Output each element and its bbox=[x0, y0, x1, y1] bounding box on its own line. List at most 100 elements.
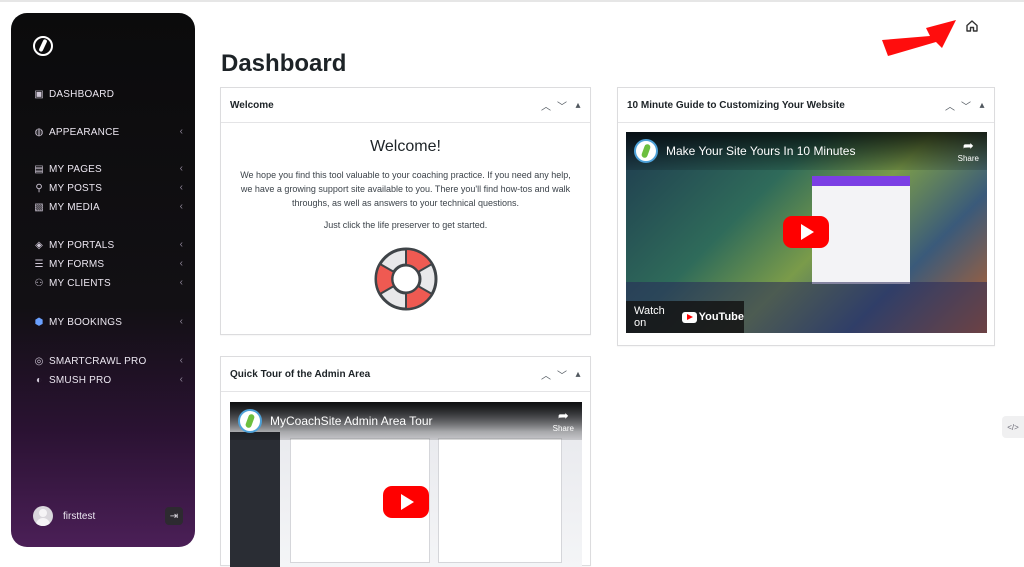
tour-video-player[interactable]: MyCoachSite Admin Area Tour ➦ Share bbox=[230, 402, 582, 567]
code-arrows-icon: </> bbox=[1007, 422, 1019, 432]
chevron-left-icon: ‹ bbox=[179, 163, 183, 174]
pin-icon: ⚲ bbox=[35, 182, 43, 194]
welcome-panel: Welcome ︿ ﹀ ▴ Welcome! We hope you find … bbox=[220, 87, 591, 335]
smush-icon: ◐ bbox=[35, 374, 43, 386]
youtube-label: YouTube bbox=[698, 311, 744, 323]
panel-title: Welcome bbox=[230, 99, 274, 111]
smartcrawl-icon: ◎ bbox=[34, 355, 44, 367]
clients-icon: ⚇ bbox=[34, 277, 44, 289]
red-arrow-annotation-icon bbox=[882, 20, 956, 56]
chevron-left-icon: ‹ bbox=[179, 182, 183, 193]
move-up-icon[interactable]: ︿ bbox=[540, 98, 552, 113]
sidebar-item-label: MY PORTALS bbox=[49, 239, 115, 251]
share-button[interactable]: ➦ Share bbox=[553, 408, 574, 433]
collapse-toggle-icon[interactable]: ▴ bbox=[572, 367, 584, 381]
video-thumbnail-sidebar-mock bbox=[230, 432, 280, 567]
video-thumbnail-panel-mock bbox=[438, 438, 562, 563]
sidebar-item-label: MY PAGES bbox=[49, 163, 102, 175]
forms-icon: ☰ bbox=[34, 258, 44, 270]
panel-header: 10 Minute Guide to Customizing Your Webs… bbox=[618, 88, 994, 123]
top-border bbox=[0, 0, 1024, 2]
move-down-icon[interactable]: ﹀ bbox=[960, 98, 972, 113]
sidebar-item-smartcrawl-pro[interactable]: ◎ SMARTCRAWL PRO ‹ bbox=[33, 353, 183, 369]
panel-header: Welcome ︿ ﹀ ▴ bbox=[221, 88, 590, 123]
sidebar-item-my-media[interactable]: ▧ MY MEDIA ‹ bbox=[33, 199, 183, 215]
welcome-cta-text: Just click the life preserver to get sta… bbox=[323, 220, 488, 230]
panel-header: Quick Tour of the Admin Area ︿ ﹀ ▴ bbox=[221, 357, 590, 392]
chevron-left-icon: ‹ bbox=[179, 239, 183, 250]
welcome-text: We hope you find this tool valuable to y… bbox=[240, 170, 571, 208]
home-icon[interactable] bbox=[964, 18, 980, 34]
move-down-icon[interactable]: ﹀ bbox=[556, 98, 568, 113]
chevron-left-icon: ‹ bbox=[179, 126, 183, 137]
watch-on-label: Watch on bbox=[634, 305, 665, 329]
sidebar-item-label: MY CLIENTS bbox=[49, 277, 111, 289]
video-title[interactable]: Make Your Site Yours In 10 Minutes bbox=[666, 144, 855, 158]
sidebar-item-my-pages[interactable]: ▤ MY PAGES ‹ bbox=[33, 161, 183, 177]
welcome-body: Welcome! We hope you find this tool valu… bbox=[221, 138, 590, 314]
palette-icon: ◍ bbox=[34, 126, 44, 138]
sidebar-item-label: MY BOOKINGS bbox=[49, 316, 123, 328]
chevron-left-icon: ‹ bbox=[179, 258, 183, 269]
sidebar-item-label: DASHBOARD bbox=[49, 88, 115, 100]
dashboard-icon: ▣ bbox=[34, 88, 44, 100]
move-down-icon[interactable]: ﹀ bbox=[556, 367, 568, 382]
sidebar-item-smush-pro[interactable]: ◐ SMUSH PRO ‹ bbox=[33, 372, 183, 388]
move-up-icon[interactable]: ︿ bbox=[944, 98, 956, 113]
chevron-left-icon: ‹ bbox=[179, 277, 183, 288]
sidebar-item-my-posts[interactable]: ⚲ MY POSTS ‹ bbox=[33, 180, 183, 196]
sidebar-item-my-portals[interactable]: ◈ MY PORTALS ‹ bbox=[33, 237, 183, 253]
bookings-icon: ⬢ bbox=[34, 316, 44, 328]
side-widget-tab[interactable]: </> bbox=[1002, 416, 1024, 438]
tour-panel: Quick Tour of the Admin Area ︿ ﹀ ▴ MyCoa… bbox=[220, 356, 591, 567]
sidebar-item-label: MY POSTS bbox=[49, 182, 103, 194]
chevron-left-icon: ‹ bbox=[179, 201, 183, 212]
panel-title: Quick Tour of the Admin Area bbox=[230, 368, 371, 380]
youtube-logo-icon: YouTube bbox=[681, 311, 744, 323]
watch-on-youtube-button[interactable]: Watch on YouTube bbox=[626, 301, 744, 333]
panel-controls: ︿ ﹀ ▴ bbox=[540, 367, 584, 382]
play-button[interactable] bbox=[383, 486, 429, 518]
panel-controls: ︿ ﹀ ▴ bbox=[944, 98, 988, 113]
collapse-toggle-icon[interactable]: ▴ bbox=[572, 98, 584, 112]
share-button[interactable]: ➦ Share bbox=[958, 138, 979, 163]
sidebar-item-label: APPEARANCE bbox=[49, 126, 120, 138]
channel-avatar-icon[interactable] bbox=[238, 409, 262, 433]
life-preserver-icon[interactable] bbox=[371, 244, 441, 314]
chevron-left-icon: ‹ bbox=[179, 316, 183, 327]
panel-title: 10 Minute Guide to Customizing Your Webs… bbox=[627, 99, 845, 111]
sidebar-item-appearance[interactable]: ◍ APPEARANCE ‹ bbox=[33, 124, 183, 140]
share-arrow-icon: ➦ bbox=[962, 138, 974, 153]
welcome-heading: Welcome! bbox=[370, 138, 441, 155]
portal-icon: ◈ bbox=[35, 239, 43, 251]
video-title-bar: MyCoachSite Admin Area Tour bbox=[230, 402, 582, 440]
sidebar-item-label: MY MEDIA bbox=[49, 201, 100, 213]
guide-panel: 10 Minute Guide to Customizing Your Webs… bbox=[617, 87, 995, 346]
sidebar-item-my-clients[interactable]: ⚇ MY CLIENTS ‹ bbox=[33, 275, 183, 291]
brand-logo-icon[interactable] bbox=[33, 36, 53, 56]
video-title[interactable]: MyCoachSite Admin Area Tour bbox=[270, 414, 433, 428]
media-icon: ▧ bbox=[34, 201, 44, 213]
sidebar-item-my-bookings[interactable]: ⬢ MY BOOKINGS ‹ bbox=[33, 314, 183, 330]
page-title: Dashboard bbox=[221, 50, 347, 77]
user-profile[interactable]: firsttest ⇥ bbox=[33, 505, 183, 527]
sidebar-item-dashboard[interactable]: ▣ DASHBOARD bbox=[33, 86, 183, 102]
sidebar-item-my-forms[interactable]: ☰ MY FORMS ‹ bbox=[33, 256, 183, 272]
channel-avatar-icon[interactable] bbox=[634, 139, 658, 163]
move-up-icon[interactable]: ︿ bbox=[540, 367, 552, 382]
sidebar-item-label: SMARTCRAWL PRO bbox=[49, 355, 147, 367]
logout-icon: ⇥ bbox=[169, 510, 179, 522]
sidebar: ▣ DASHBOARD ◍ APPEARANCE ‹ ▤ MY PAGES ‹ … bbox=[11, 13, 195, 547]
share-label: Share bbox=[957, 154, 979, 163]
guide-video-player[interactable]: Make Your Site Yours In 10 Minutes ➦ Sha… bbox=[626, 132, 987, 333]
sidebar-item-label: SMUSH PRO bbox=[49, 374, 112, 386]
logout-button[interactable]: ⇥ bbox=[165, 507, 183, 525]
share-label: Share bbox=[552, 424, 574, 433]
collapse-toggle-icon[interactable]: ▴ bbox=[976, 98, 988, 112]
chevron-left-icon: ‹ bbox=[179, 374, 183, 385]
page-icon: ▤ bbox=[34, 163, 44, 175]
avatar[interactable] bbox=[33, 506, 53, 526]
video-title-bar: Make Your Site Yours In 10 Minutes bbox=[626, 132, 987, 170]
sidebar-item-label: MY FORMS bbox=[49, 258, 105, 270]
play-button[interactable] bbox=[783, 216, 829, 248]
